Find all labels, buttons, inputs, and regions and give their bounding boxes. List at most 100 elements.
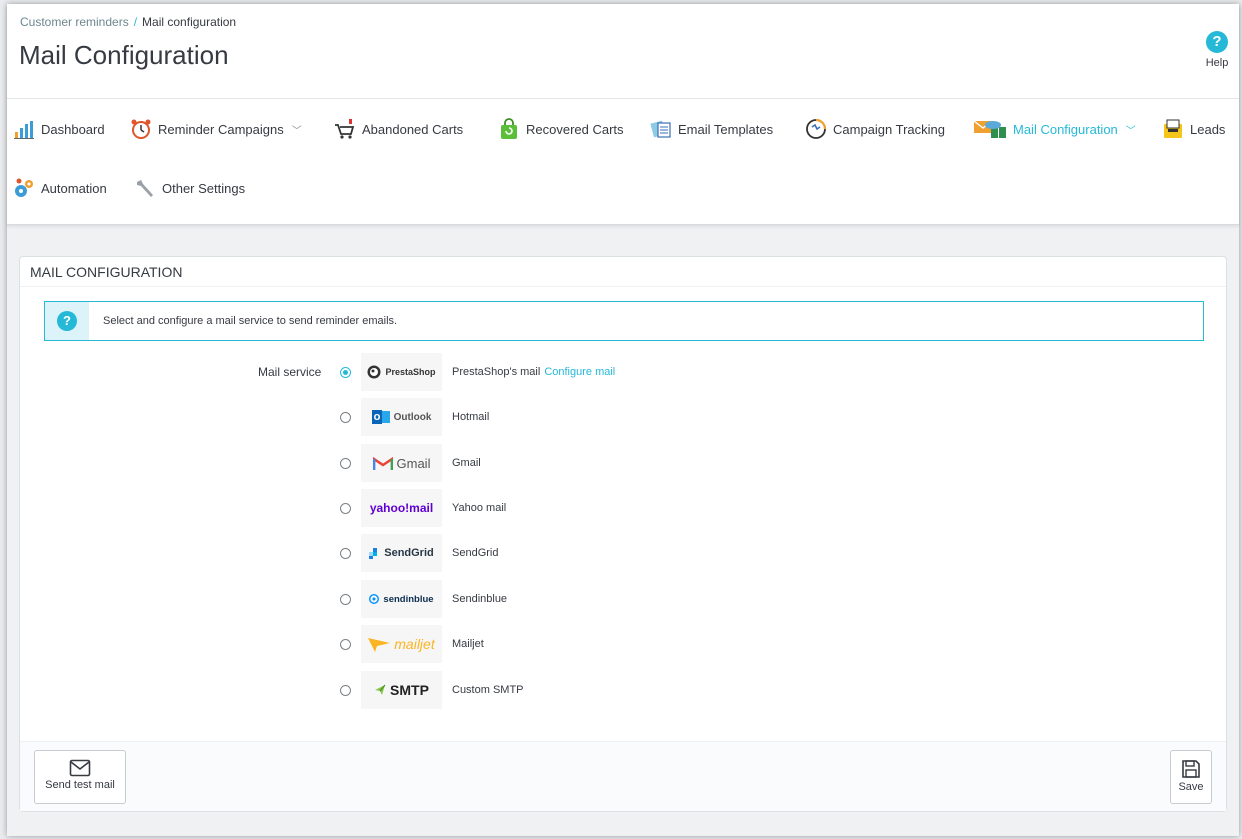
- tab-label: Leads: [1190, 121, 1226, 137]
- tab-recovered-carts[interactable]: Recovered Carts: [498, 116, 624, 142]
- mail-server-icon: [973, 118, 1007, 140]
- mail-service-label: Mail service: [258, 365, 322, 379]
- tab-email-templates[interactable]: Email Templates: [650, 116, 773, 142]
- help-label: Help: [1205, 57, 1229, 69]
- sendinblue-logo-text: sendinblue: [383, 593, 434, 605]
- radio-gmail[interactable]: [340, 457, 351, 469]
- radio-outlook[interactable]: [340, 411, 351, 423]
- tab-campaign-tracking[interactable]: Campaign Tracking: [805, 116, 945, 142]
- gmail-logo: Gmail: [361, 444, 442, 482]
- service-option-sendgrid[interactable]: SendGrid SendGrid: [340, 534, 498, 572]
- mail-configuration-panel: MAIL CONFIGURATION ? Select and configur…: [19, 256, 1227, 812]
- prestashop-logo-text: PrestaShop: [385, 367, 436, 377]
- service-name: SendGrid: [452, 547, 499, 559]
- envelope-icon: [69, 759, 91, 777]
- tab-mail-configuration[interactable]: Mail Configuration ﹀: [973, 116, 1136, 142]
- smtp-logo-text: SMTP: [390, 682, 429, 698]
- prestashop-icon: [367, 365, 381, 379]
- radio-sendinblue[interactable]: [340, 593, 351, 605]
- radio-mailjet[interactable]: [340, 638, 351, 650]
- tab-label: Automation: [41, 180, 107, 196]
- smtp-logo: SMTP: [361, 671, 442, 709]
- service-option-sendinblue[interactable]: sendinblue Sendinblue: [340, 580, 507, 618]
- mailjet-icon: [368, 638, 391, 652]
- mailjet-logo-text: mailjet: [394, 636, 435, 652]
- page-title: Mail Configuration: [19, 40, 229, 70]
- tab-label: Other Settings: [162, 180, 246, 196]
- service-name: Custom SMTP: [452, 684, 524, 696]
- configure-mail-link[interactable]: Configure mail: [544, 366, 615, 378]
- leads-icon: [1162, 118, 1184, 140]
- tab-label: Abandoned Carts: [362, 121, 464, 137]
- radio-yahoo[interactable]: [340, 502, 351, 514]
- breadcrumb-separator: /: [133, 15, 138, 29]
- tab-automation[interactable]: Automation: [13, 175, 107, 201]
- gmail-logo-text: Gmail: [396, 455, 431, 471]
- sendgrid-logo-text: SendGrid: [384, 547, 434, 559]
- service-option-mailjet[interactable]: mailjet Mailjet: [340, 625, 484, 663]
- sendinblue-logo: sendinblue: [361, 580, 442, 618]
- page-header: Customer reminders / Mail configuration Ma…: [7, 4, 1239, 225]
- tab-label: Email Templates: [678, 121, 774, 137]
- templates-icon: [650, 118, 672, 140]
- radio-sendgrid[interactable]: [340, 547, 351, 559]
- shopping-bag-icon: [498, 118, 520, 140]
- alarm-clock-icon: [130, 118, 152, 140]
- service-option-smtp[interactable]: SMTP Custom SMTP: [340, 671, 524, 709]
- tab-label: Reminder Campaigns: [158, 121, 284, 137]
- service-name: Mailjet: [452, 638, 484, 650]
- help-icon: ?: [1206, 31, 1228, 53]
- mailjet-logo: mailjet: [361, 625, 442, 663]
- floppy-disk-icon: [1182, 760, 1200, 778]
- save-button[interactable]: Save: [1170, 750, 1212, 804]
- question-icon: ?: [57, 311, 77, 331]
- chevron-down-icon: ﹀: [1125, 125, 1136, 137]
- info-icon-box: ?: [45, 302, 89, 340]
- outlook-logo-text: Outlook: [393, 411, 432, 423]
- breadcrumb-parent[interactable]: Customer reminders: [20, 15, 129, 29]
- service-name: Sendinblue: [452, 593, 508, 605]
- service-option-gmail[interactable]: Gmail Gmail: [340, 444, 481, 482]
- outlook-icon: O: [371, 410, 390, 424]
- gears-icon: [13, 177, 35, 199]
- tab-label: Dashboard: [41, 121, 105, 137]
- bar-chart-icon: [13, 118, 35, 140]
- tracking-icon: [805, 118, 827, 140]
- sendgrid-logo: SendGrid: [361, 534, 442, 572]
- svg-text:O: O: [373, 413, 380, 422]
- app-frame: Customer reminders / Mail configuration Ma…: [7, 4, 1239, 836]
- panel-footer: Send test mail Save: [20, 741, 1226, 811]
- panel-heading: MAIL CONFIGURATION: [20, 257, 1226, 287]
- sendinblue-icon: [369, 594, 380, 604]
- tab-leads[interactable]: Leads: [1162, 116, 1225, 142]
- tab-other-settings[interactable]: Other Settings: [134, 175, 245, 201]
- sendgrid-icon: [369, 547, 378, 559]
- tab-reminder-campaigns[interactable]: Reminder Campaigns ﹀: [130, 116, 302, 142]
- tab-abandoned-carts[interactable]: Abandoned Carts: [334, 116, 463, 142]
- info-alert: ? Select and configure a mail service to…: [44, 301, 1204, 341]
- radio-smtp[interactable]: [340, 684, 351, 696]
- tab-dashboard[interactable]: Dashboard: [13, 116, 105, 142]
- send-test-mail-label: Send test mail: [45, 779, 115, 791]
- breadcrumb: Customer reminders / Mail configuration: [20, 15, 236, 29]
- tab-label: Recovered Carts: [526, 121, 624, 137]
- wrench-icon: [134, 177, 156, 199]
- service-option-prestashop[interactable]: PrestaShop PrestaShop's mail Configure ma…: [340, 353, 615, 391]
- smtp-icon: [375, 684, 386, 695]
- save-label: Save: [1178, 781, 1204, 793]
- service-name: Yahoo mail: [452, 502, 507, 514]
- radio-prestashop[interactable]: [340, 366, 351, 378]
- service-option-yahoo[interactable]: yahoo!mail Yahoo mail: [340, 489, 506, 527]
- breadcrumb-current: Mail configuration: [142, 15, 237, 29]
- gmail-icon: [372, 456, 393, 470]
- tab-label: Campaign Tracking: [833, 121, 945, 137]
- service-name: Gmail: [452, 457, 481, 469]
- yahoo-logo-text: yahoo!mail: [369, 501, 434, 515]
- prestashop-logo: PrestaShop: [361, 353, 442, 391]
- shopping-cart-icon: [334, 118, 356, 140]
- outlook-logo: O Outlook: [361, 398, 442, 436]
- send-test-mail-button[interactable]: Send test mail: [34, 750, 126, 804]
- help-button[interactable]: ? Help: [1197, 31, 1237, 69]
- service-option-outlook[interactable]: O Outlook Hotmail: [340, 398, 489, 436]
- yahoo-logo: yahoo!mail: [361, 489, 442, 527]
